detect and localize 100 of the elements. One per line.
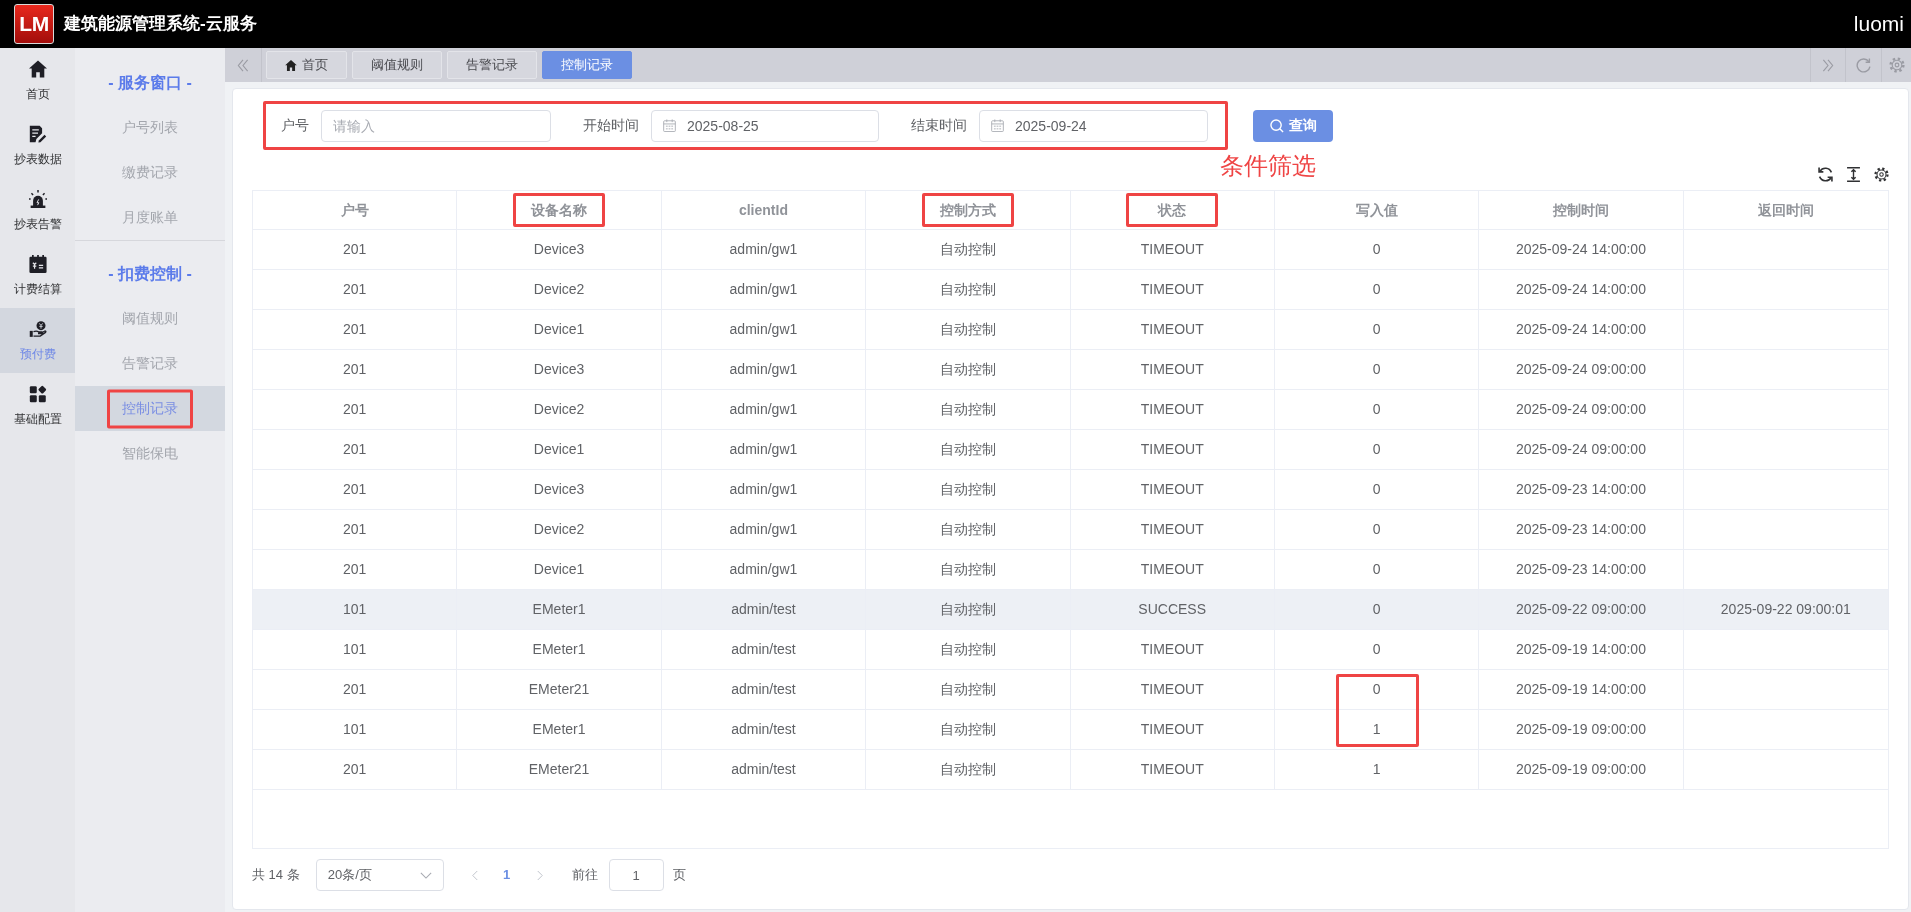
table-cell: 自动控制 [866,390,1071,429]
home-icon [28,59,47,78]
table-cell: 2025-09-24 14:00:00 [1479,310,1684,349]
table-cell: admin/gw1 [661,510,867,549]
nav-item[interactable]: 抄表告警 [0,178,75,243]
table-cell: admin/gw1 [661,470,867,509]
section-title: - 服务窗口 - [107,72,193,93]
settings-icon [1888,57,1905,73]
hand-coin-icon [28,319,47,338]
table-cell: 2025-09-24 09:00:00 [1479,430,1684,469]
table-cell: admin/gw1 [661,310,867,349]
table-cell: 2025-09-24 14:00:00 [1479,270,1684,309]
tab[interactable]: 告警记录 [447,51,537,79]
column-header: 返回时间 [1757,200,1814,220]
table-cell: 2025-09-19 14:00:00 [1479,630,1684,669]
table-cell: 自动控制 [866,710,1071,749]
table-cell: 自动控制 [866,270,1071,309]
table-cell: 0 [1274,350,1480,389]
table-cell: 自动控制 [866,630,1071,669]
table-cell: admin/gw1 [661,350,867,389]
annotation-text: 条件筛选 [1220,152,1316,180]
field-label: 结束时间 [911,116,967,135]
page-input[interactable]: 1 [608,859,664,891]
chevron-right-icon [536,869,543,881]
refresh-icon [1856,57,1871,73]
table-cell: admin/test [661,670,867,709]
table-cell: admin/gw1 [661,230,867,269]
table-cell: EMeter1 [457,590,662,629]
settings-icon[interactable] [1874,167,1889,182]
date-field[interactable]: 2025-08-25 [651,109,879,142]
table-cell: 201 [253,510,458,549]
nav-item[interactable]: 抄表数据 [0,113,75,178]
nav-item[interactable]: 计费结算 [0,243,75,308]
goto-label: 前往 [571,866,598,885]
table-cell: 2025-09-23 14:00:00 [1479,550,1684,589]
table-cell: 201 [253,310,458,349]
calendar-icon [991,118,1004,132]
table-cell: admin/gw1 [661,430,867,469]
bill-icon [28,254,47,273]
column-header: 户号 [340,200,369,220]
column-header: 写入值 [1355,200,1398,220]
page-size-select[interactable]: 20条/页 [315,859,444,891]
table-cell: Device1 [457,430,662,469]
nav-item[interactable]: 基础配置 [0,373,75,438]
table-cell: Device2 [457,390,662,429]
table-cell: admin/test [661,750,867,789]
table-cell: Device3 [457,350,662,389]
table-cell: admin/gw1 [661,390,867,429]
table-cell: 201 [253,550,458,589]
date-field[interactable]: 2025-09-24 [979,109,1208,142]
field-label: 开始时间 [583,116,639,135]
table-cell: 自动控制 [866,750,1071,789]
refresh-icon[interactable] [1818,167,1833,182]
table-cell: 0 [1274,670,1480,709]
table-cell: 0 [1274,470,1480,509]
total-count: 共 14 条 [252,866,300,885]
table-cell: 201 [253,470,458,509]
double-chevron-right-icon [1822,58,1834,72]
table-cell: 1 [1274,750,1480,789]
tab[interactable]: 阈值规则 [352,51,442,79]
table-cell: 201 [253,430,458,469]
table-cell: 201 [253,670,458,709]
table-cell: TIMEOUT [1070,550,1275,589]
table-cell: 201 [253,750,458,789]
table-cell: 自动控制 [866,510,1071,549]
table-cell: 自动控制 [866,670,1071,709]
table-cell: Device2 [457,510,662,549]
table-cell-text: 2025-09-22 09:00:01 [1719,600,1852,619]
table-cell: 201 [253,390,458,429]
table-cell: EMeter21 [457,670,662,709]
table-cell: 自动控制 [866,310,1071,349]
user-name[interactable]: luomi [1853,8,1904,40]
page-suffix: 页 [672,866,686,885]
table-cell: 2025-09-23 14:00:00 [1479,470,1684,509]
chevron-left-icon [471,869,478,881]
siren-icon [28,189,47,208]
table-cell: 0 [1274,430,1480,469]
column-height-icon[interactable] [1846,167,1861,182]
table-cell: 2025-09-19 14:00:00 [1479,670,1684,709]
table-cell: admin/test [661,590,867,629]
table-cell: 2025-09-24 09:00:00 [1479,350,1684,389]
field-label: 户号 [281,116,309,135]
table-cell: 0 [1274,510,1480,549]
table-cell: 2025-09-19 09:00:00 [1479,710,1684,749]
table-cell: Device3 [457,470,662,509]
table-cell: 2025-09-24 14:00:00 [1479,230,1684,269]
table-cell: 2025-09-24 09:00:00 [1479,390,1684,429]
nav-item[interactable]: 首页 [0,48,75,113]
table-cell: 0 [1274,230,1480,269]
tab[interactable]: 首页 [266,51,347,79]
table-cell: 自动控制 [866,470,1071,509]
table-cell: 0 [1274,550,1480,589]
text-input[interactable]: 请输入 [321,109,551,142]
double-chevron-left-icon [237,58,249,72]
document-pen-icon [28,124,47,143]
table-cell: admin/test [661,710,867,749]
caret-down-icon [419,871,432,879]
table-cell: 2025-09-22 09:00:00 [1479,590,1684,629]
table-cell: 2025-09-23 14:00:00 [1479,510,1684,549]
calendar-icon [663,118,676,132]
